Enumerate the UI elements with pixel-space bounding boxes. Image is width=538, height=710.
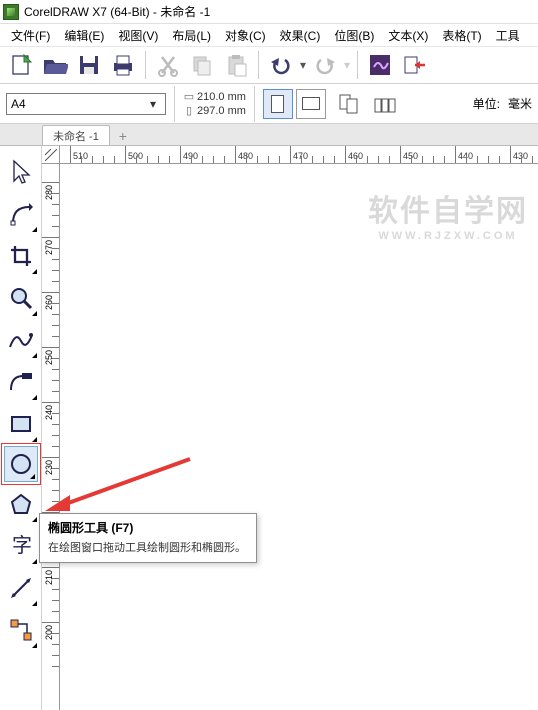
flyout-icon bbox=[32, 517, 37, 522]
height-icon: ▯ bbox=[183, 104, 195, 117]
tooltip-description: 在绘图窗口拖动工具绘制圆形和椭圆形。 bbox=[48, 539, 248, 555]
landscape-button[interactable] bbox=[296, 89, 326, 119]
rectangle-tool[interactable] bbox=[3, 404, 39, 444]
crop-tool[interactable] bbox=[3, 236, 39, 276]
toolbox: 字 bbox=[0, 146, 42, 710]
flyout-icon bbox=[32, 643, 37, 648]
new-button[interactable] bbox=[4, 48, 38, 82]
units-label: 单位: bbox=[473, 95, 500, 112]
freehand-tool[interactable] bbox=[3, 320, 39, 360]
import-button[interactable] bbox=[397, 48, 431, 82]
page-width[interactable]: 210.0 mm bbox=[197, 91, 246, 103]
toolbar-separator bbox=[357, 51, 358, 79]
menu-table[interactable]: 表格(T) bbox=[435, 25, 488, 46]
document-tabstrip: 未命名 -1 + bbox=[0, 124, 538, 146]
menu-effect[interactable]: 效果(C) bbox=[273, 25, 328, 46]
drawing-page[interactable]: 软件自学网 WWW.RJZXW.COM bbox=[60, 164, 538, 710]
ellipse-tool[interactable] bbox=[4, 446, 38, 482]
document-tab[interactable]: 未命名 -1 bbox=[42, 125, 110, 145]
menu-file[interactable]: 文件(F) bbox=[4, 25, 57, 46]
ruler-origin[interactable] bbox=[42, 146, 60, 164]
page-layout-buttons bbox=[334, 87, 402, 121]
paper-size-combo[interactable]: A4 ▾ bbox=[6, 93, 166, 115]
flyout-icon bbox=[32, 437, 37, 442]
property-bar: A4 ▾ ▭210.0 mm ▯297.0 mm 单位: 毫米 bbox=[0, 84, 538, 124]
menu-view[interactable]: 视图(V) bbox=[111, 25, 165, 46]
toolbar-separator bbox=[145, 51, 146, 79]
cut-button[interactable] bbox=[151, 48, 185, 82]
current-page-button[interactable] bbox=[368, 87, 402, 121]
toolbar-separator bbox=[258, 51, 259, 79]
menubar: 文件(F) 编辑(E) 视图(V) 布局(L) 对象(C) 效果(C) 位图(B… bbox=[0, 24, 538, 46]
polygon-tool[interactable] bbox=[3, 484, 39, 524]
portrait-button[interactable] bbox=[263, 89, 293, 119]
print-button[interactable] bbox=[106, 48, 140, 82]
flyout-icon bbox=[30, 474, 35, 479]
units-value[interactable]: 毫米 bbox=[508, 95, 532, 112]
flyout-icon bbox=[32, 311, 37, 316]
text-tool[interactable]: 字 bbox=[3, 526, 39, 566]
canvas-area[interactable]: 510500490480470460450440430 280270260250… bbox=[42, 146, 538, 710]
menu-layout[interactable]: 布局(L) bbox=[165, 25, 218, 46]
flyout-icon bbox=[32, 395, 37, 400]
ellipse-tooltip: 椭圆形工具 (F7) 在绘图窗口拖动工具绘制圆形和椭圆形。 bbox=[39, 513, 257, 563]
flyout-icon bbox=[32, 559, 37, 564]
paper-size-value: A4 bbox=[11, 97, 26, 111]
redo-dropdown[interactable]: ▾ bbox=[342, 58, 352, 72]
chevron-down-icon: ▾ bbox=[145, 97, 161, 111]
orientation-group bbox=[263, 89, 326, 119]
undo-button[interactable] bbox=[264, 48, 298, 82]
width-icon: ▭ bbox=[183, 90, 195, 103]
flyout-icon bbox=[32, 353, 37, 358]
menu-edit[interactable]: 编辑(E) bbox=[57, 25, 111, 46]
save-button[interactable] bbox=[72, 48, 106, 82]
menu-text[interactable]: 文本(X) bbox=[381, 25, 435, 46]
titlebar: CorelDRAW X7 (64-Bit) - 未命名 -1 bbox=[0, 0, 538, 24]
shape-tool[interactable] bbox=[3, 194, 39, 234]
flyout-icon bbox=[32, 227, 37, 232]
undo-dropdown[interactable]: ▾ bbox=[298, 58, 308, 72]
artistic-media-tool[interactable] bbox=[3, 362, 39, 402]
connector-tool[interactable] bbox=[3, 610, 39, 650]
vertical-ruler[interactable]: 280270260250240230220210200 bbox=[42, 164, 60, 710]
search-content-button[interactable] bbox=[363, 48, 397, 82]
app-icon bbox=[3, 4, 19, 20]
page-height[interactable]: 297.0 mm bbox=[197, 105, 246, 117]
page-dimensions: ▭210.0 mm ▯297.0 mm bbox=[174, 86, 255, 122]
add-tab-button[interactable]: + bbox=[112, 127, 134, 145]
open-button[interactable] bbox=[38, 48, 72, 82]
horizontal-ruler[interactable]: 510500490480470460450440430 bbox=[60, 146, 538, 164]
zoom-tool[interactable] bbox=[3, 278, 39, 318]
all-pages-button[interactable] bbox=[334, 87, 368, 121]
paste-button[interactable] bbox=[219, 48, 253, 82]
menu-object[interactable]: 对象(C) bbox=[218, 25, 273, 46]
redo-button[interactable] bbox=[308, 48, 342, 82]
flyout-icon bbox=[32, 601, 37, 606]
pick-tool[interactable] bbox=[3, 152, 39, 192]
standard-toolbar: ▾ ▾ bbox=[0, 46, 538, 84]
workspace: 字 510500490480470460450440430 2802702602… bbox=[0, 146, 538, 710]
svg-text:字: 字 bbox=[12, 534, 32, 557]
menu-tools[interactable]: 工具 bbox=[489, 25, 527, 46]
tooltip-title: 椭圆形工具 (F7) bbox=[48, 519, 248, 536]
app-title: CorelDRAW X7 (64-Bit) - 未命名 -1 bbox=[24, 3, 210, 20]
document-tab-label: 未命名 -1 bbox=[53, 128, 99, 144]
copy-button[interactable] bbox=[185, 48, 219, 82]
menu-bitmap[interactable]: 位图(B) bbox=[327, 25, 381, 46]
dimension-tool[interactable] bbox=[3, 568, 39, 608]
flyout-icon bbox=[32, 269, 37, 274]
watermark: 软件自学网 WWW.RJZXW.COM bbox=[368, 186, 528, 242]
